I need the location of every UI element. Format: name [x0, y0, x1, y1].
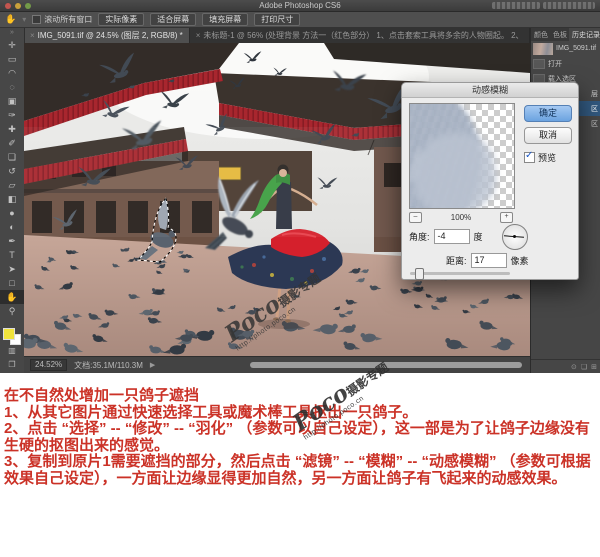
checkbox-icon [32, 15, 41, 24]
gradient-tool[interactable]: ◧ [0, 192, 24, 206]
angle-row: 角度: -4 度 [409, 229, 483, 244]
cancel-button[interactable]: 取消 [524, 127, 572, 144]
delete-icon[interactable]: ⊞ [591, 363, 597, 371]
tab-history[interactable]: 历史记录 [569, 28, 600, 41]
distance-input[interactable]: 17 [471, 253, 507, 268]
snapshot-thumbnail [533, 43, 553, 55]
screen-mode-icon[interactable]: ❐ [0, 360, 24, 369]
status-options-arrow-icon[interactable]: ▶ [150, 361, 155, 369]
fill-screen-button[interactable]: 填充屏幕 [202, 13, 248, 26]
preview-zoom-level: 100% [451, 213, 471, 222]
title-bar: Adobe Photoshop CS6 [0, 0, 600, 12]
blur-preview[interactable] [409, 103, 515, 209]
brush-tool[interactable]: ✐ [0, 136, 24, 150]
dialog-title[interactable]: 动感模糊 [402, 83, 578, 98]
notes-step-2: 2、点击 “选择” -- “修改” -- “羽化” （参数可以自己设定），这一部… [4, 421, 598, 454]
tab-untitled-1[interactable]: × 未标题-1 @ 56% (处理背景 方法一（红色部分） 1、点击套索工具将多… [190, 28, 530, 43]
tab-swatches[interactable]: 色板 [550, 28, 569, 41]
preview-checkbox[interactable]: 预览 [524, 151, 556, 164]
pen-tool[interactable]: ✒ [0, 234, 24, 248]
blur-tool[interactable]: ● [0, 206, 24, 220]
angle-label: 角度: [409, 230, 430, 243]
distance-row: 距离: 17 像素 [446, 253, 529, 268]
angle-input[interactable]: -4 [434, 229, 470, 244]
photoshop-window: Adobe Photoshop CS6 ✋ ▾ 滚动所有窗口 实际像素 适合屏幕… [0, 0, 600, 373]
zoom-level-field[interactable]: 24.52% [30, 359, 67, 371]
path-select-tool[interactable]: ➤ [0, 262, 24, 276]
distance-label: 距离: [446, 254, 467, 267]
tab-color[interactable]: 颜色 [531, 28, 550, 41]
shape-tool[interactable]: □ [0, 276, 24, 290]
new-document-icon[interactable]: ❏ [581, 363, 587, 371]
panel-tabs: 颜色 色板 历史记录 [531, 28, 600, 41]
type-tool[interactable]: T [0, 248, 24, 262]
distance-unit: 像素 [511, 254, 529, 267]
actual-pixels-button[interactable]: 实际像素 [98, 13, 144, 26]
lasso-tool[interactable]: ◠ [0, 66, 24, 80]
foreground-color-swatch[interactable] [3, 328, 15, 340]
checkbox-checked-icon [524, 152, 535, 163]
move-tool[interactable]: ✛ [0, 38, 24, 52]
blurred-feather-preview [412, 133, 495, 209]
zoom-in-button[interactable]: + [500, 212, 513, 223]
quick-mask-icon[interactable]: ▥ [0, 346, 24, 355]
distance-slider-thumb[interactable] [415, 268, 424, 280]
toolbox-collapse-icon[interactable]: » [0, 28, 24, 38]
scroll-all-windows-checkbox[interactable]: 滚动所有窗口 [32, 14, 92, 25]
hand-tool[interactable]: ✋ [0, 290, 24, 304]
angle-dial[interactable] [502, 224, 528, 250]
crop-tool[interactable]: ▣ [0, 94, 24, 108]
angle-unit: 度 [474, 230, 483, 243]
history-brush-tool[interactable]: ↺ [0, 164, 24, 178]
dial-center [513, 235, 516, 238]
tab-img-5091[interactable]: × IMG_5091.tif @ 24.5% (图层 2, RGB/8) * [24, 28, 190, 43]
history-state-open[interactable]: 打开 [531, 56, 600, 71]
distance-slider-track[interactable] [410, 272, 510, 275]
healing-brush-tool[interactable]: ✚ [0, 122, 24, 136]
tool-preset-arrow-icon[interactable]: ▾ [22, 15, 26, 24]
scroll-all-windows-label: 滚动所有窗口 [44, 14, 92, 25]
titlebar-watermark [492, 2, 595, 9]
options-bar: ✋ ▾ 滚动所有窗口 实际像素 适合屏幕 填充屏幕 打印尺寸 [0, 12, 600, 28]
toolbox: » ✛▭◠◌▣✑✚✐❏↺▱◧●◐✒T➤□✋⚲ ▥ ❐ [0, 28, 25, 373]
close-tab-icon[interactable]: × [196, 31, 201, 40]
motion-blur-dialog: 动感模糊 – 100% + 确定 取消 预览 角度: -4 度 距离: 17 像… [401, 82, 579, 280]
zoom-tool[interactable]: ⚲ [0, 304, 24, 318]
tutorial-notes: 在不自然处增加一只鸽子遮挡 1、从其它图片通过快速选择工具或魔术棒工具抠出一只鸽… [4, 388, 598, 487]
history-state-icon [533, 59, 545, 69]
notes-step-1: 1、从其它图片通过快速选择工具或魔术棒工具抠出一只鸽子。 [4, 405, 598, 422]
quick-selection-tool[interactable]: ◌ [0, 80, 24, 94]
document-tab-bar: × IMG_5091.tif @ 24.5% (图层 2, RGB/8) * ×… [24, 28, 530, 44]
eyedropper-tool[interactable]: ✑ [0, 108, 24, 122]
hand-tool-icon: ✋ [5, 14, 16, 25]
marquee-tool[interactable]: ▭ [0, 52, 24, 66]
clone-stamp-tool[interactable]: ❏ [0, 150, 24, 164]
notes-step-3: 3、复制到原片1需要遮挡的部分，然后点击 “滤镜” -- “模糊” -- “动感… [4, 454, 598, 487]
print-size-button[interactable]: 打印尺寸 [254, 13, 300, 26]
close-tab-icon[interactable]: × [30, 31, 35, 40]
zoom-out-button[interactable]: – [409, 212, 422, 223]
notes-title: 在不自然处增加一只鸽子遮挡 [4, 388, 598, 405]
preview-zoom-controls: – 100% + [409, 212, 513, 223]
history-snapshot-row[interactable]: IMG_5091.tif [531, 41, 600, 56]
ok-button[interactable]: 确定 [524, 105, 572, 122]
horizontal-scrollbar[interactable] [250, 362, 522, 368]
new-snapshot-icon[interactable]: ⊙ [571, 363, 577, 371]
eraser-tool[interactable]: ▱ [0, 178, 24, 192]
dodge-tool[interactable]: ◐ [0, 220, 24, 234]
document-info: 文档:35.1M/110.3M [74, 360, 143, 371]
panel-footer: ⊙ ❏ ⊞ [531, 359, 600, 373]
fit-screen-button[interactable]: 适合屏幕 [150, 13, 196, 26]
